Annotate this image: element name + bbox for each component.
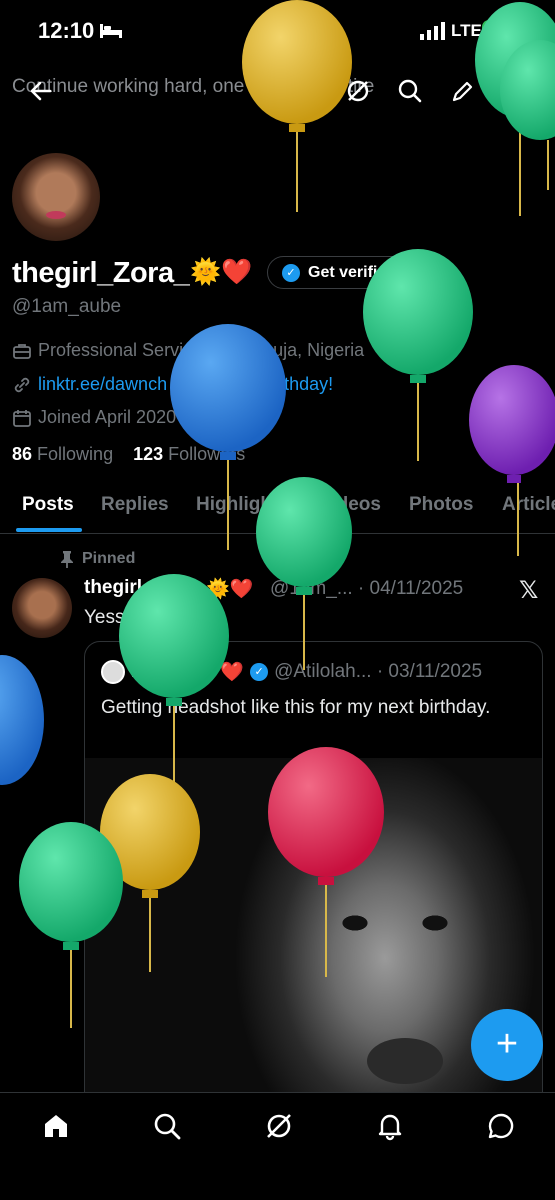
compose-post-button[interactable]: + — [471, 1009, 543, 1081]
tab-highlights[interactable]: Highlights — [196, 494, 289, 516]
location-icon — [228, 341, 242, 360]
followers-link[interactable]: 123 Followers — [133, 444, 245, 464]
grok-icon[interactable] — [345, 78, 371, 104]
notifications-icon[interactable] — [375, 1111, 405, 1141]
messages-icon[interactable] — [486, 1111, 516, 1141]
grok-nav-icon[interactable] — [264, 1111, 294, 1141]
name-emoji: 🌞❤️ — [190, 258, 253, 286]
search-icon[interactable] — [397, 78, 423, 104]
x-logo-icon[interactable]: 𝕏 — [519, 576, 538, 604]
back-arrow-icon[interactable] — [28, 78, 54, 104]
tab-posts[interactable]: Posts — [22, 494, 74, 516]
post-author-avatar[interactable] — [12, 578, 72, 638]
home-icon[interactable] — [41, 1111, 71, 1141]
status-time: 12:10 — [38, 18, 95, 43]
display-name: thegirl_Zora_ — [12, 257, 190, 289]
following-link[interactable]: 86 Following — [12, 444, 113, 464]
followers-label: Followers — [168, 444, 246, 464]
battery-indicator: 84 — [482, 20, 520, 42]
profile-meta-category-location: Professional Services Abuja, Nigeria — [12, 340, 364, 361]
profile-joined: Joined April 2020 — [38, 407, 177, 427]
edit-icon[interactable] — [450, 78, 476, 104]
tab-photos[interactable]: Photos — [409, 494, 473, 516]
profile-location: Abuja, Nigeria — [251, 340, 365, 360]
profile-link[interactable]: linktr.ee/dawnch — [38, 374, 167, 395]
network-label: LTE — [451, 21, 482, 40]
profile-meta-link-birthday: linktr.ee/dawnch Happy birthday! — [12, 374, 333, 395]
bed-icon — [100, 24, 122, 38]
balloon-icon — [185, 375, 197, 393]
signal-icon — [420, 22, 445, 40]
calendar-icon — [13, 409, 31, 427]
tab-articles[interactable]: Articles — [502, 494, 555, 516]
quoted-author-name: Hafeezah — [131, 661, 215, 682]
post-author-name[interactable]: thegirl_Zora_ — [84, 577, 204, 599]
following-count: 86 — [12, 444, 33, 464]
link-icon — [14, 377, 30, 392]
verified-badge-icon: ✓ — [282, 263, 300, 282]
quoted-author-emoji: ❤️ — [220, 662, 245, 683]
quoted-handle-date: @Atilolah... · 03/11/2025 — [274, 661, 483, 682]
get-verified-label: Get verified — [308, 263, 397, 281]
status-bar: 12:10 LTE 84 — [0, 0, 555, 62]
follow-counts: 86 Following 123 Followers — [12, 444, 245, 465]
pin-icon — [61, 551, 73, 568]
get-verified-button[interactable]: ✓ Get verified — [267, 256, 412, 289]
profile-category: Professional Services — [38, 340, 212, 360]
profile-avatar[interactable] — [12, 153, 100, 241]
profile-birthday[interactable]: Happy birthday! — [207, 374, 333, 395]
active-tab-indicator — [16, 528, 82, 532]
pinned-label: Pinned — [82, 550, 136, 567]
explore-icon[interactable] — [152, 1111, 182, 1141]
following-label: Following — [37, 444, 114, 464]
quoted-author-avatar — [101, 660, 125, 684]
briefcase-icon — [13, 343, 31, 359]
bottom-navigation — [0, 1092, 555, 1200]
post-handle-date: @1am_... · 04/11/2025 — [270, 578, 464, 599]
tab-videos[interactable]: Videos — [319, 494, 381, 516]
quoted-verified-badge-icon: ✓ — [250, 663, 269, 681]
followers-count: 123 — [133, 444, 164, 464]
profile-meta-joined: Joined April 2020 — [12, 407, 176, 428]
post-text: Yessssss 🤮 — [84, 607, 192, 628]
profile-header: Continue working hard, one day you go ti… — [0, 62, 555, 120]
pinned-indicator: Pinned — [60, 550, 135, 568]
post-author-emoji: 🌞❤️ — [206, 579, 254, 600]
balloon-blue-left-edge — [0, 655, 44, 785]
tab-replies[interactable]: Replies — [101, 494, 169, 516]
profile-tabs: Posts Replies Highlights Videos Photos A… — [0, 478, 555, 534]
profile-handle: @1am_aube — [12, 296, 122, 317]
quoted-post-text: Getting headshot like this for my next b… — [101, 697, 491, 718]
quoted-post-header: Hafeezah ❤️ ✓ @Atilolah... · 03/11/2025 — [101, 660, 482, 684]
